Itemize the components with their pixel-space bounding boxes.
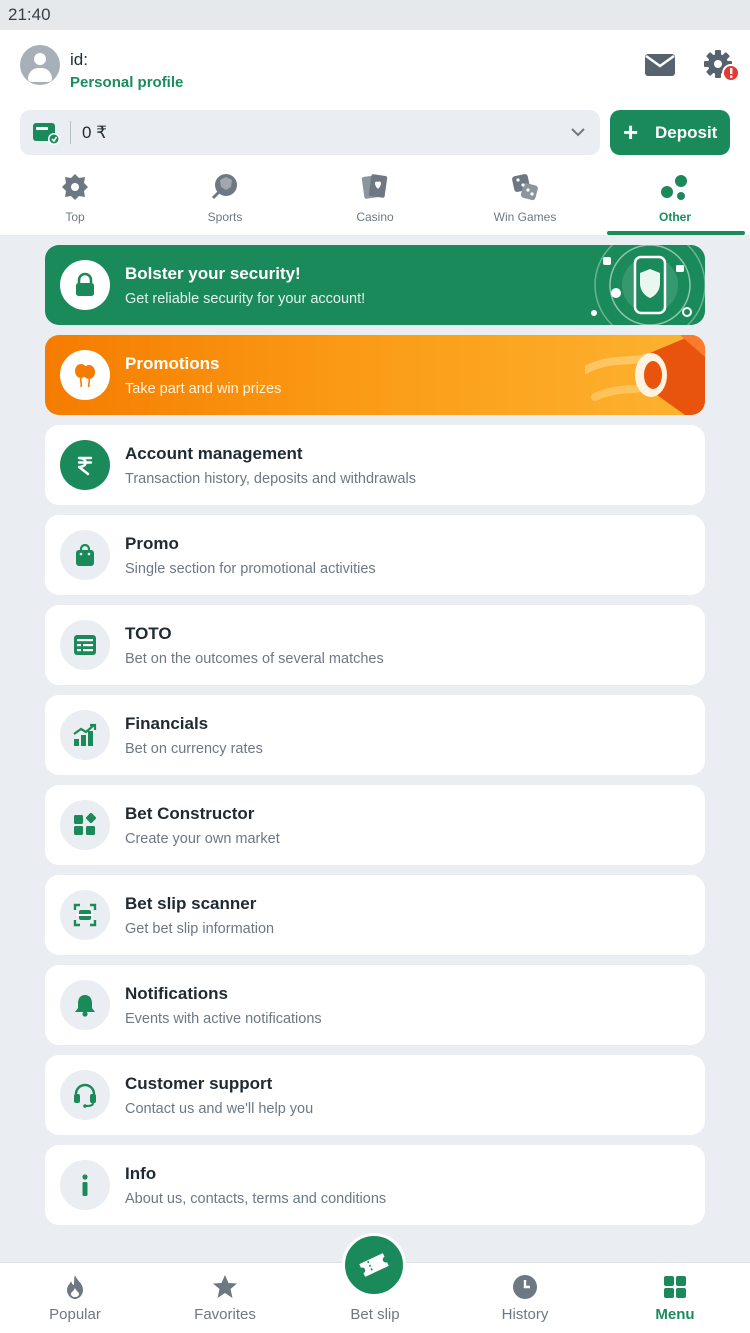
active-tab-indicator xyxy=(607,231,745,235)
avatar[interactable] xyxy=(20,45,60,85)
card-title: Bet slip scanner xyxy=(125,894,257,913)
status-bar: 21:40 xyxy=(0,0,750,30)
headset-icon xyxy=(60,1070,110,1120)
tab-label: Other xyxy=(658,210,691,224)
divider xyxy=(70,121,71,144)
phone-shield-illustration xyxy=(591,245,705,325)
card-title: TOTO xyxy=(125,624,172,643)
chart-icon xyxy=(60,710,110,760)
dice-icon xyxy=(510,172,540,202)
card-subtitle: Events with active notifications xyxy=(125,1011,322,1027)
wallet-icon xyxy=(32,120,62,146)
lock-icon xyxy=(60,260,110,310)
plus-icon: + xyxy=(623,117,639,147)
star-icon xyxy=(211,1273,239,1301)
nav-label: Bet slip xyxy=(350,1306,400,1323)
nav-label: Popular xyxy=(49,1306,101,1323)
tab-label: Casino xyxy=(356,210,394,224)
nav-label: Menu xyxy=(655,1306,695,1323)
card-title: Notifications xyxy=(125,984,228,1003)
card-title: Promo xyxy=(125,534,179,553)
card-subtitle: Contact us and we'll help you xyxy=(125,1101,314,1117)
card-title: Customer support xyxy=(125,1074,273,1093)
user-id-label: id: xyxy=(70,50,88,69)
tab-casino[interactable]: Casino xyxy=(300,170,450,235)
balance-selector[interactable]: 0 ₹ xyxy=(20,110,600,155)
card-subtitle: Bet on the outcomes of several matches xyxy=(125,651,384,667)
card-subtitle: Get bet slip information xyxy=(125,921,275,937)
customer-support-item[interactable]: Customer support Contact us and we'll he… xyxy=(45,1055,705,1135)
card-title: Financials xyxy=(125,714,209,733)
rupee-icon xyxy=(60,440,110,490)
tab-top[interactable]: Top xyxy=(0,170,150,235)
deposit-button[interactable]: + Deposit xyxy=(610,110,730,155)
mail-icon[interactable] xyxy=(642,50,678,80)
balloons-icon xyxy=(60,350,110,400)
ticket-icon xyxy=(359,1253,389,1277)
blocks-icon xyxy=(60,800,110,850)
gear-badge-icon xyxy=(60,172,90,202)
ball-icon xyxy=(210,172,240,202)
tab-label: Sports xyxy=(207,210,243,224)
card-title: Bet Constructor xyxy=(125,804,255,823)
tab-sports[interactable]: Sports xyxy=(150,170,300,235)
nav-menu[interactable]: Menu xyxy=(600,1263,750,1333)
card-subtitle: Bet on currency rates xyxy=(125,741,263,757)
bet-constructor-item[interactable]: Bet Constructor Create your own market xyxy=(45,785,705,865)
card-subtitle: Single section for promotional activitie… xyxy=(125,561,376,577)
card-title: Account management xyxy=(125,444,303,463)
nav-label: Favorites xyxy=(194,1306,256,1323)
notifications-item[interactable]: Notifications Events with active notific… xyxy=(45,965,705,1045)
card-title: Promotions xyxy=(125,354,220,373)
info-icon xyxy=(60,1160,110,1210)
personal-profile-link[interactable]: Personal profile xyxy=(70,74,183,91)
chevron-down-icon xyxy=(570,125,586,139)
card-subtitle: About us, contacts, terms and conditions xyxy=(125,1191,387,1207)
category-tabs: Top Sports Casino Win Games Other xyxy=(0,170,750,235)
deposit-label: Deposit xyxy=(655,123,718,142)
nav-popular[interactable]: Popular xyxy=(0,1263,150,1333)
bet-slip-button[interactable] xyxy=(342,1233,406,1297)
header: id: Personal profile 0 ₹ + Deposit Top S… xyxy=(0,30,750,235)
nav-history[interactable]: History xyxy=(450,1263,600,1333)
clock-icon xyxy=(511,1273,539,1301)
scan-icon xyxy=(60,890,110,940)
info-item[interactable]: Info About us, contacts, terms and condi… xyxy=(45,1145,705,1225)
account-management-item[interactable]: Account management Transaction history, … xyxy=(45,425,705,505)
flame-icon xyxy=(61,1273,89,1301)
settings-gear-icon[interactable] xyxy=(700,48,740,84)
megaphone-illustration xyxy=(585,335,705,415)
toto-item[interactable]: TOTO Bet on the outcomes of several matc… xyxy=(45,605,705,685)
shopping-bag-icon xyxy=(60,530,110,580)
toto-list-icon xyxy=(60,620,110,670)
nav-favorites[interactable]: Favorites xyxy=(150,1263,300,1333)
card-subtitle: Create your own market xyxy=(125,831,280,847)
card-subtitle: Take part and win prizes xyxy=(125,381,282,397)
tab-win-games[interactable]: Win Games xyxy=(450,170,600,235)
dots-icon xyxy=(660,172,690,202)
status-time: 21:40 xyxy=(8,5,51,24)
nav-label: History xyxy=(501,1306,549,1323)
grid-icon xyxy=(661,1273,689,1301)
financials-item[interactable]: Financials Bet on currency rates xyxy=(45,695,705,775)
promotions-banner[interactable]: Promotions Take part and win prizes xyxy=(45,335,705,415)
bell-icon xyxy=(60,980,110,1030)
balance-amount: 0 ₹ xyxy=(82,123,107,142)
tab-label: Win Games xyxy=(493,210,557,224)
card-title: Info xyxy=(125,1164,157,1183)
promo-item[interactable]: Promo Single section for promotional act… xyxy=(45,515,705,595)
security-banner[interactable]: Bolster your security! Get reliable secu… xyxy=(45,245,705,325)
bet-slip-scanner-item[interactable]: Bet slip scanner Get bet slip informatio… xyxy=(45,875,705,955)
card-subtitle: Transaction history, deposits and withdr… xyxy=(125,471,416,487)
cards-icon xyxy=(360,172,390,202)
tab-other[interactable]: Other xyxy=(600,170,750,235)
card-subtitle: Get reliable security for your account! xyxy=(125,291,366,307)
tab-label: Top xyxy=(65,210,85,224)
card-title: Bolster your security! xyxy=(125,264,301,283)
